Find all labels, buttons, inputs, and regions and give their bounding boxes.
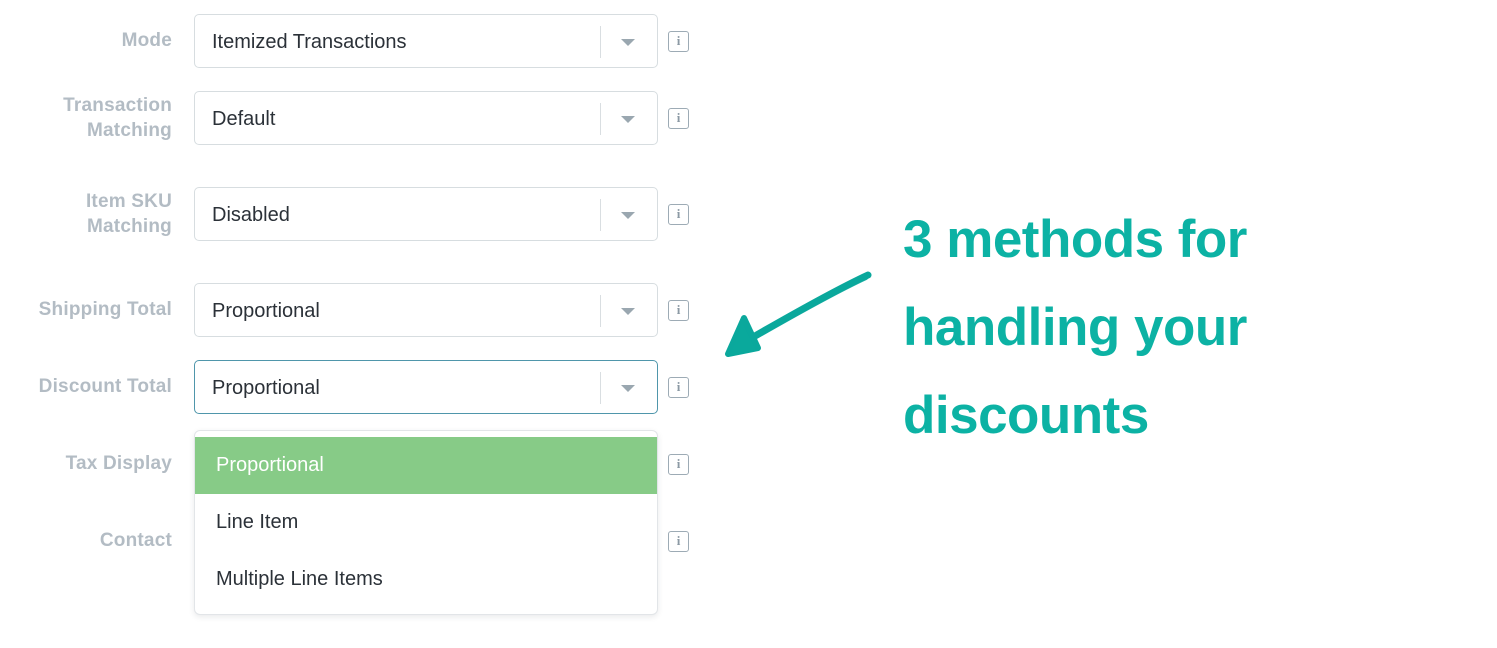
annotation-line-2: handling your — [903, 298, 1247, 357]
select-transaction-matching-value: Default — [212, 108, 276, 130]
dropdown-option-proportional[interactable]: Proportional — [195, 437, 657, 494]
chevron-down-icon[interactable] — [621, 39, 635, 46]
row-label-discount-total: Discount Total — [38, 376, 172, 397]
row-label-shipping-total: Shipping Total — [38, 299, 172, 320]
info-icon-contact[interactable]: i — [668, 531, 689, 552]
annotation-line-1: 3 methods for — [903, 210, 1247, 269]
row-label-item-sku-matching: Item SKU Matching — [85, 191, 172, 237]
select-mode-value: Itemized Transactions — [212, 31, 407, 53]
chevron-down-icon[interactable] — [621, 116, 635, 123]
info-icon-mode[interactable]: i — [668, 31, 689, 52]
annotation-callout: 3 methods for handling your discounts — [903, 196, 1373, 460]
info-icon-tax-display[interactable]: i — [668, 454, 689, 475]
annotation-line-3: discounts — [903, 386, 1149, 445]
chevron-down-icon[interactable] — [621, 308, 635, 315]
info-icon-transaction-matching[interactable]: i — [668, 108, 689, 129]
settings-form: Mode Itemized Transactions i Transaction… — [0, 0, 700, 648]
row-label-transaction-matching: Transaction Matching — [63, 95, 172, 141]
select-mode[interactable]: Itemized Transactions — [194, 14, 658, 68]
select-discount-total-value: Proportional — [212, 377, 320, 399]
select-shipping-total-value: Proportional — [212, 300, 320, 322]
dropdown-option-multiple-line-items[interactable]: Multiple Line Items — [195, 551, 657, 608]
select-separator — [600, 103, 601, 135]
select-transaction-matching[interactable]: Default — [194, 91, 658, 145]
chevron-down-icon[interactable] — [621, 385, 635, 392]
dropdown-option-line-item[interactable]: Line Item — [195, 494, 657, 551]
chevron-down-icon[interactable] — [621, 212, 635, 219]
row-label-tax-display: Tax Display — [65, 453, 172, 474]
select-item-sku-matching-value: Disabled — [212, 204, 290, 226]
select-discount-total[interactable]: Proportional — [194, 360, 658, 414]
select-separator — [600, 199, 601, 231]
select-item-sku-matching[interactable]: Disabled — [194, 187, 658, 241]
annotation-arrow-icon — [725, 271, 872, 357]
select-shipping-total[interactable]: Proportional — [194, 283, 658, 337]
dropdown-menu-discount-total[interactable]: Proportional Line Item Multiple Line Ite… — [194, 430, 658, 615]
select-separator — [600, 372, 601, 404]
select-separator — [600, 26, 601, 58]
row-label-contact: Contact — [99, 530, 172, 551]
row-label-mode: Mode — [121, 30, 172, 51]
info-icon-shipping-total[interactable]: i — [668, 300, 689, 321]
info-icon-item-sku-matching[interactable]: i — [668, 204, 689, 225]
info-icon-discount-total[interactable]: i — [668, 377, 689, 398]
select-separator — [600, 295, 601, 327]
